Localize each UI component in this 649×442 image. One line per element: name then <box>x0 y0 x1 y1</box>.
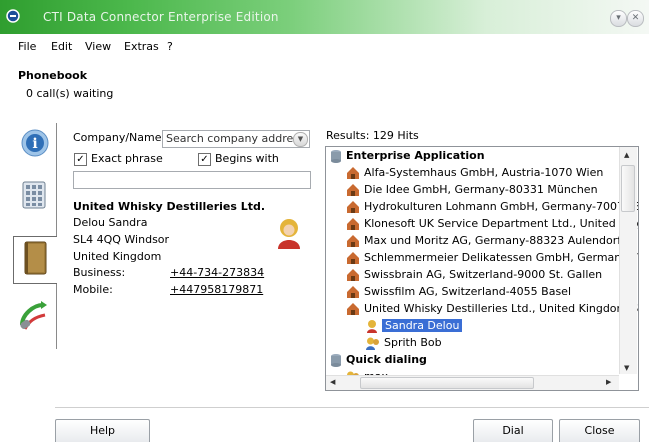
company-icon <box>347 235 359 247</box>
scroll-left-icon[interactable]: ◀ <box>330 378 335 386</box>
results-count: Results: 129 Hits <box>326 129 419 142</box>
dial-button[interactable]: Dial <box>473 419 553 442</box>
menu-help[interactable]: ? <box>167 40 173 53</box>
exact-phrase-label: Exact phrase <box>91 152 163 165</box>
company-search-combo[interactable]: Search company address ▼ <box>162 130 310 148</box>
menu-edit[interactable]: Edit <box>51 40 72 53</box>
contact-company: United Whisky Destilleries Ltd. <box>73 200 266 213</box>
list-item[interactable]: Swissbrain AG, Switzerland-9000 St. Gall… <box>346 266 602 284</box>
people-icon <box>366 337 379 350</box>
horizontal-scroll-thumb[interactable] <box>360 377 534 389</box>
phonebook-icon <box>24 241 47 275</box>
minimize-icon[interactable]: ▾ <box>610 10 627 27</box>
begins-with-label: Begins with <box>215 152 279 165</box>
menu-view[interactable]: View <box>85 40 111 53</box>
mobile-label: Mobile: <box>73 283 113 296</box>
nav-info-button[interactable]: i <box>13 123 56 169</box>
business-phone-link[interactable]: +44-734-273834 <box>170 266 264 279</box>
list-item[interactable]: Klonesoft UK Service Department Ltd., Un… <box>346 215 638 233</box>
svg-text:i: i <box>32 136 37 152</box>
database-icon <box>331 354 341 367</box>
tree-group-quick-dialing[interactable]: Quick dialing <box>330 351 427 369</box>
list-item[interactable]: United Whisky Destilleries Ltd., United … <box>346 300 638 318</box>
group-label: Quick dialing <box>346 353 427 366</box>
list-item[interactable]: Die Idee GmbH, Germany-80331 München <box>346 181 598 199</box>
tree-contact[interactable]: Sprith Bob <box>366 334 442 352</box>
company-icon <box>347 252 359 264</box>
title-bar[interactable]: CTI Data Connector Enterprise Edition ▾ … <box>0 0 649 34</box>
calls-waiting-status: 0 call(s) waiting <box>26 87 114 100</box>
company-search-placeholder: Search company address <box>166 132 305 145</box>
phone-transfer-icon <box>20 301 47 330</box>
app-icon <box>6 9 20 23</box>
list-item[interactable]: Schlemmermeier Delikatessen GmbH, German… <box>346 249 638 267</box>
nav-call-button[interactable] <box>13 295 56 341</box>
exact-phrase-checkbox[interactable]: ✓ <box>74 153 87 166</box>
list-item[interactable]: Max und Moritz AG, Germany-88323 Aulendo… <box>346 232 621 250</box>
database-icon <box>331 150 341 163</box>
company-icon <box>347 167 359 179</box>
info-icon: i <box>21 129 49 157</box>
nav-phonebook-button[interactable] <box>13 236 57 284</box>
keypad-icon <box>22 181 46 209</box>
contact-address: SL4 4QQ Windsor <box>73 233 170 246</box>
contact-country: United Kingdom <box>73 250 162 263</box>
tree-group-enterprise[interactable]: Enterprise Application <box>330 147 485 165</box>
menu-extras[interactable]: Extras <box>124 40 159 53</box>
list-item[interactable]: Alfa-Systemhaus GmbH, Austria-1070 Wien <box>346 164 603 182</box>
mobile-phone-link[interactable]: +447958179871 <box>170 283 263 296</box>
company-icon <box>347 184 359 196</box>
menu-file[interactable]: File <box>18 40 36 53</box>
list-item[interactable]: Hydrokulturen Lohmann GmbH, Germany-7007… <box>346 198 638 216</box>
company-icon <box>347 201 359 213</box>
page-title: Phonebook <box>18 69 88 82</box>
company-icon <box>347 303 359 315</box>
person-female-icon <box>367 320 377 333</box>
nav-keypad-button[interactable] <box>13 175 56 221</box>
contact-avatar-icon <box>278 219 300 249</box>
group-label: Enterprise Application <box>346 149 485 162</box>
tree-contact-selected[interactable]: Sandra Delou <box>366 317 463 335</box>
close-window-icon[interactable]: ✕ <box>627 10 644 27</box>
window-title: CTI Data Connector Enterprise Edition <box>43 10 279 24</box>
scroll-down-icon[interactable]: ▼ <box>624 364 629 372</box>
business-label: Business: <box>73 266 126 279</box>
scroll-right-icon[interactable]: ▶ <box>606 378 611 386</box>
help-button[interactable]: Help <box>55 419 150 442</box>
company-name-label: Company/Name: <box>73 131 166 144</box>
contact-name: Delou Sandra <box>73 216 148 229</box>
bottom-divider <box>55 407 649 408</box>
close-button[interactable]: Close <box>559 419 640 442</box>
chevron-down-icon[interactable]: ▼ <box>293 132 308 147</box>
vertical-scroll-thumb[interactable] <box>621 165 635 212</box>
company-icon <box>347 269 359 281</box>
list-item[interactable]: Swissfilm AG, Switzerland-4055 Basel <box>346 283 571 301</box>
results-tree[interactable]: Enterprise Application Alfa-Systemhaus G… <box>325 146 639 391</box>
begins-with-checkbox[interactable]: ✓ <box>198 153 211 166</box>
company-icon <box>347 218 359 230</box>
company-icon <box>347 286 359 298</box>
search-text-input[interactable] <box>73 171 311 189</box>
scroll-up-icon[interactable]: ▲ <box>624 151 629 159</box>
